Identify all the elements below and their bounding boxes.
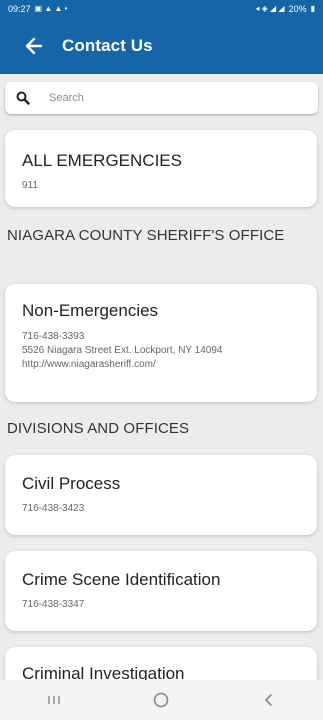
search-area [0,74,323,124]
battery-level: 20% [288,4,307,14]
card-address: 5526 Niagara Street Ext. Lockport, NY 14… [22,345,223,356]
card-phone: 716-438-3423 [22,503,85,514]
card-website[interactable]: http://www.niagarasheriff.com/ [22,358,317,372]
card-title: ALL EMERGENCIES [22,151,182,170]
card-title: Civil Process [22,474,121,493]
card-phone: 716-438-3347 [22,599,85,610]
back-button[interactable] [14,26,54,66]
card-title: Criminal Investigation [22,664,185,680]
search-icon [15,90,31,106]
contact-list: ALL EMERGENCIES 911 NIAGARA COUNTY SHERI… [0,124,323,680]
back-nav-button[interactable] [249,685,289,715]
card-phone: 716-438-3393 [22,331,85,342]
recent-apps-icon [48,696,60,704]
home-icon [154,692,169,708]
notification-icon: ▣ ▲ ▲ • [34,4,68,13]
card-details: 716-438-3393 5526 Niagara Street Ext. Lo… [22,330,317,372]
page-title: Contact Us [62,36,153,55]
app-bar: Contact Us [0,18,323,74]
recent-apps-button[interactable] [34,685,74,715]
signal-icons: ◂ ◈ ◢ ◢ [255,4,285,13]
list-item-civil-process[interactable]: Civil Process 716-438-3423 [5,455,317,535]
section-header-divisions: DIVISIONS AND OFFICES [7,420,190,437]
system-nav-bar [0,680,323,720]
search-input[interactable] [49,92,289,104]
list-item-crime-scene-identification[interactable]: Crime Scene Identification 716-438-3347 [5,551,317,631]
card-title: Crime Scene Identification [22,570,221,589]
card-title: Non-Emergencies [22,301,159,320]
chevron-left-icon [265,694,272,706]
battery-icon: ▮ [310,4,315,13]
list-item-criminal-investigation[interactable]: Criminal Investigation [5,647,317,680]
card-phone: 911 [22,180,38,191]
section-header-sheriff: NIAGARA COUNTY SHERIFF'S OFFICE [7,227,285,244]
search-box[interactable] [5,82,318,114]
home-button[interactable] [141,685,181,715]
status-bar: 09:27 ▣ ▲ ▲ • ◂ ◈ ◢ ◢ 20% ▮ [0,0,323,18]
status-time: 09:27 [8,4,31,14]
arrow-left-icon [25,37,43,55]
list-item-non-emergencies[interactable]: Non-Emergencies 716-438-3393 5526 Niagar… [5,284,317,402]
list-item-all-emergencies[interactable]: ALL EMERGENCIES 911 [5,130,317,207]
